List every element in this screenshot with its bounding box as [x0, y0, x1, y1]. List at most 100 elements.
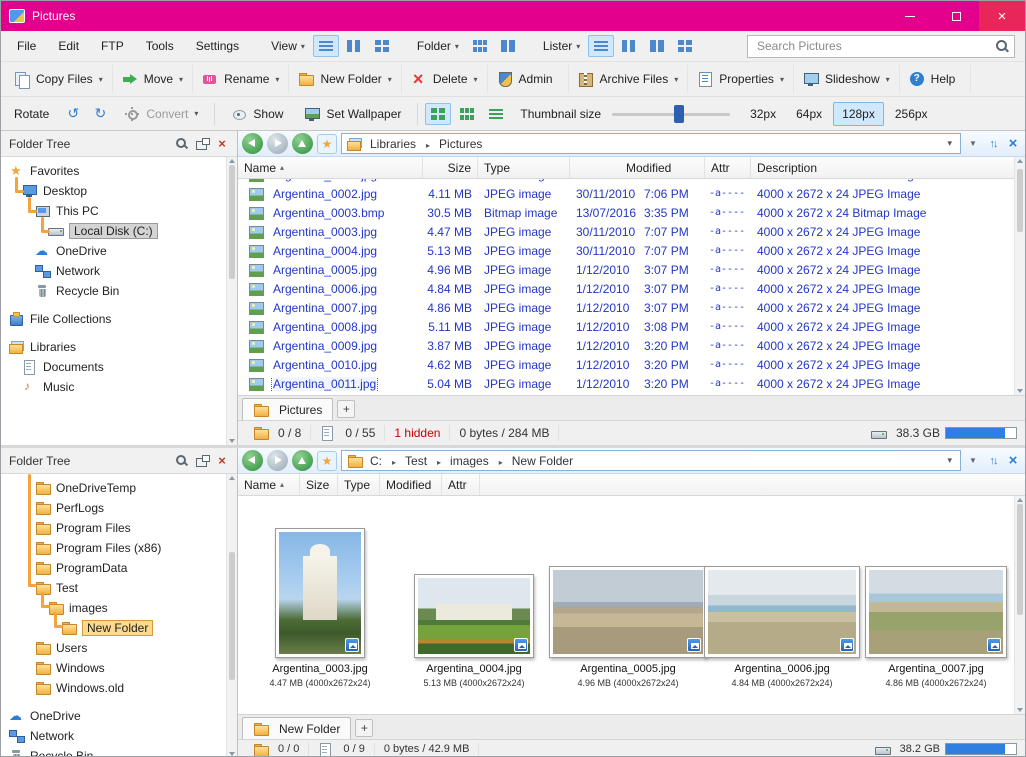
file-row[interactable]: Argentina_0002.jpg 4.11 MB JPEG image 30…: [238, 184, 1014, 203]
search-input[interactable]: [747, 35, 1015, 58]
toolbar-button[interactable]: Help: [900, 65, 972, 93]
breadcrumb-segment[interactable]: C:: [365, 454, 387, 468]
file-row[interactable]: Argentina_0010.jpg 4.62 MB JPEG image 1/…: [238, 355, 1014, 374]
scroll-track[interactable]: [1015, 165, 1025, 387]
rotate-button[interactable]: Rotate: [5, 100, 58, 128]
thumbnail-size-button[interactable]: 256px: [886, 102, 937, 126]
view-list-button[interactable]: [341, 35, 367, 57]
tab-pictures[interactable]: Pictures: [242, 398, 333, 420]
tree-item[interactable]: New Folder: [1, 618, 226, 638]
slider-track[interactable]: [612, 113, 730, 116]
toolbar-button[interactable]: Copy Files ▾: [5, 65, 113, 93]
tree-item[interactable]: Desktop: [1, 181, 226, 201]
tree-item[interactable]: Network: [1, 261, 226, 281]
lister-layout-3-button[interactable]: [644, 35, 670, 57]
toolbar-button[interactable]: Properties ▾: [688, 65, 794, 93]
swap-panes-icon[interactable]: ↑↓: [985, 135, 1001, 153]
breadcrumb-segment[interactable]: Pictures: [421, 137, 487, 151]
thumbnail-scrollbar[interactable]: [1014, 496, 1025, 714]
tree-item[interactable]: Network: [1, 726, 226, 746]
scroll-thumb[interactable]: [229, 165, 235, 279]
file-row[interactable]: Argentina_0008.jpg 5.11 MB JPEG image 1/…: [238, 317, 1014, 336]
breadcrumb-segment[interactable]: images: [432, 454, 494, 468]
new-tab-button[interactable]: +: [355, 719, 373, 737]
thumbnail-item[interactable]: Argentina_0007.jpg 4.86 MB (4000x2672x24…: [862, 566, 1010, 688]
file-row[interactable]: Argentina_0003.bmp 30.5 MB Bitmap image …: [238, 203, 1014, 222]
lister-menu-button[interactable]: Lister: [533, 34, 586, 58]
scroll-thumb[interactable]: [1017, 504, 1023, 615]
view-menu-button[interactable]: View: [261, 34, 311, 58]
menu-item[interactable]: Tools: [136, 34, 184, 58]
close-pane-icon[interactable]: ×: [1005, 135, 1021, 153]
scroll-thumb[interactable]: [229, 552, 235, 681]
tree-item[interactable]: Program Files: [1, 518, 226, 538]
tree-item[interactable]: images: [1, 598, 226, 618]
thumbnail-item[interactable]: Argentina_0003.jpg 4.47 MB (4000x2672x24…: [246, 528, 394, 688]
scroll-up-arrow[interactable]: [229, 159, 235, 163]
column-header-modified[interactable]: Modified: [570, 157, 705, 178]
column-header-name[interactable]: Name▴: [238, 474, 300, 495]
thumb-grid-small-button[interactable]: [454, 103, 480, 125]
rotate-left-button[interactable]: ↺: [61, 102, 85, 126]
tree-item[interactable]: Test: [1, 578, 226, 598]
thumb-list-button[interactable]: [483, 103, 509, 125]
column-header-type[interactable]: Type: [338, 474, 380, 495]
tree-scrollbar-bottom[interactable]: [226, 474, 237, 757]
menu-item[interactable]: Edit: [48, 34, 89, 58]
tree-item[interactable]: Windows: [1, 658, 226, 678]
column-header-size[interactable]: Size: [423, 157, 478, 178]
lister-layout-2-button[interactable]: [616, 35, 642, 57]
swap-panes-icon[interactable]: ↑↓: [985, 452, 1001, 470]
scroll-down-arrow[interactable]: [229, 439, 235, 443]
close-pane-icon[interactable]: ×: [1005, 452, 1021, 470]
column-header-description[interactable]: Description: [751, 157, 1014, 178]
column-header-name[interactable]: Name▴: [238, 157, 423, 178]
toolbar-button[interactable]: Rename ▾: [193, 65, 289, 93]
back-button[interactable]: [242, 450, 263, 471]
scroll-up-arrow[interactable]: [1017, 498, 1023, 502]
up-button[interactable]: [292, 450, 313, 471]
filter-icon[interactable]: ▼: [965, 452, 981, 470]
scroll-thumb[interactable]: [1017, 169, 1023, 231]
scroll-up-arrow[interactable]: [1017, 159, 1023, 163]
breadcrumb[interactable]: LibrariesPictures ▾: [341, 133, 961, 154]
tree-item[interactable]: Recycle Bin: [1, 746, 226, 757]
column-header-modified[interactable]: Modified: [380, 474, 442, 495]
scroll-down-arrow[interactable]: [1017, 708, 1023, 712]
file-list-scrollbar[interactable]: [1014, 157, 1025, 395]
tree-item[interactable]: Windows.old: [1, 678, 226, 698]
minimize-button[interactable]: [887, 1, 933, 31]
file-row[interactable]: Argentina_0005.jpg 4.96 MB JPEG image 1/…: [238, 260, 1014, 279]
thumbnail-size-slider[interactable]: [612, 104, 730, 124]
tree-item[interactable]: Documents: [1, 357, 226, 377]
file-row[interactable]: Argentina_0009.jpg 3.87 MB JPEG image 1/…: [238, 336, 1014, 355]
menu-item[interactable]: Settings: [186, 34, 249, 58]
close-panel-icon[interactable]: ×: [215, 454, 229, 468]
favorites-button[interactable]: [317, 134, 337, 154]
detach-icon[interactable]: [195, 137, 209, 151]
tree-item[interactable]: Libraries: [1, 337, 226, 357]
toolbar-button[interactable]: Slideshow ▾: [794, 65, 900, 93]
tree-item[interactable]: Recycle Bin: [1, 281, 226, 301]
tree-item[interactable]: OneDrive: [1, 706, 226, 726]
folder-grid-button[interactable]: [467, 35, 493, 57]
up-button[interactable]: [292, 133, 313, 154]
file-row[interactable]: Argentina_0007.jpg 4.86 MB JPEG image 1/…: [238, 298, 1014, 317]
file-row[interactable]: Argentina_0003.jpg 4.47 MB JPEG image 30…: [238, 222, 1014, 241]
toolbar-button[interactable]: Move ▾: [113, 65, 193, 93]
thumbnail-size-button[interactable]: 128px: [833, 102, 884, 126]
tree-item[interactable]: OneDriveTemp: [1, 478, 226, 498]
menu-item[interactable]: FTP: [91, 34, 134, 58]
tree-item[interactable]: ProgramData: [1, 558, 226, 578]
thumb-grid-button[interactable]: [425, 103, 451, 125]
toolbar-button[interactable]: Archive Files ▾: [569, 65, 689, 93]
tree-item[interactable]: Users: [1, 638, 226, 658]
forward-button[interactable]: [267, 450, 288, 471]
favorites-button[interactable]: [317, 451, 337, 471]
folder-panes-button[interactable]: [495, 35, 521, 57]
file-row[interactable]: Argentina_0004.jpg 5.13 MB JPEG image 30…: [238, 241, 1014, 260]
close-button[interactable]: ×: [979, 1, 1025, 31]
scroll-up-arrow[interactable]: [229, 476, 235, 480]
folder-menu-button[interactable]: Folder: [407, 34, 465, 58]
view-details-button[interactable]: [313, 35, 339, 57]
